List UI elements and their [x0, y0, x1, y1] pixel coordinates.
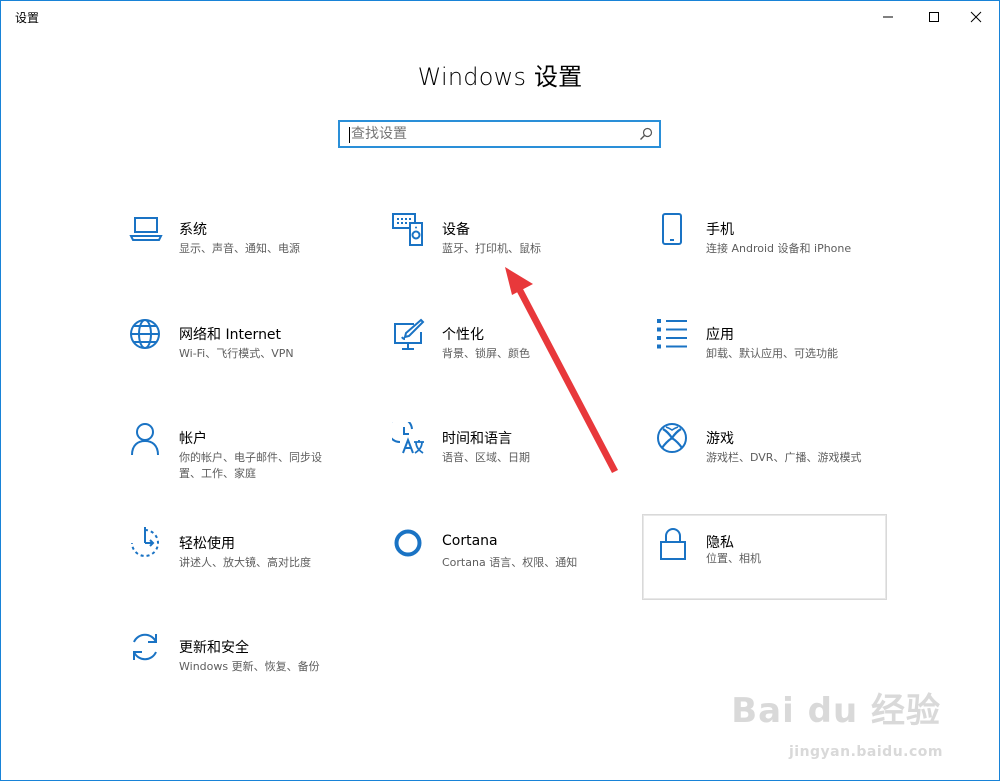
time-language-icon [392, 422, 424, 454]
tile-name: Cortana [442, 533, 498, 549]
person-icon [131, 423, 159, 456]
tile-accounts[interactable]: 帐户 你的帐户、电子邮件、同步设置、工作、家庭 [129, 422, 369, 502]
tile-name: 手机 [706, 222, 734, 238]
tile-update-security[interactable]: 更新和安全 Windows 更新、恢复、备份 [129, 631, 369, 711]
search-box[interactable] [338, 120, 661, 148]
tile-name: 时间和语言 [442, 431, 512, 447]
window-title: 设置 [15, 11, 40, 25]
tile-name: 隐私 [706, 535, 734, 551]
tile-name: 轻松使用 [179, 536, 235, 552]
tile-network[interactable]: 网络和 Internet Wi-Fi、飞行模式、VPN [129, 318, 369, 398]
tile-description: 位置、相机 [706, 552, 761, 565]
update-icon [133, 633, 157, 661]
tile-name: 设备 [442, 222, 470, 238]
tile-apps[interactable]: 应用 卸载、默认应用、可选功能 [656, 318, 896, 398]
tile-personalization[interactable]: 个性化 背景、锁屏、颜色 [392, 318, 632, 398]
xbox-icon [657, 423, 687, 453]
maximize-button[interactable] [911, 1, 957, 33]
tile-description: Wi-Fi、飞行模式、VPN [179, 347, 294, 360]
lock-icon [660, 528, 686, 560]
tile-cortana[interactable]: Cortana Cortana 语言、权限、通知 [392, 527, 632, 607]
search-icon[interactable] [639, 127, 653, 141]
page-title: Windows 设置 [417, 63, 583, 91]
tile-privacy[interactable]: 隐私 位置、相机 [642, 514, 887, 600]
maximize-icon [929, 12, 939, 22]
tile-name: 应用 [706, 327, 734, 343]
tile-system[interactable]: 系统 显示、声音、通知、电源 [129, 213, 369, 293]
text-caret [349, 127, 350, 143]
tile-name: 系统 [179, 222, 207, 238]
laptop-icon [129, 217, 163, 241]
close-button[interactable] [953, 1, 999, 33]
tile-description: 背景、锁屏、颜色 [442, 347, 530, 360]
close-icon [970, 11, 982, 23]
tile-description: 卸载、默认应用、可选功能 [706, 347, 838, 360]
devices-icon [392, 213, 423, 246]
search-input[interactable] [351, 122, 631, 146]
tile-description: 连接 Android 设备和 iPhone [706, 242, 852, 255]
watermark-brand: Bai du 经验 [731, 691, 941, 731]
tile-description: Cortana 语言、权限、通知 [442, 556, 578, 569]
tile-description: 游戏栏、DVR、广播、游戏模式 [706, 451, 862, 464]
settings-window: 设置 Windows 设置 系统 显示、声音、通知、电源 [0, 0, 1000, 781]
tile-description: 显示、声音、通知、电源 [179, 242, 300, 255]
tile-gaming[interactable]: 游戏 游戏栏、DVR、广播、游戏模式 [656, 422, 896, 502]
globe-icon [130, 319, 160, 349]
cortana-icon [394, 529, 422, 557]
tile-name: 游戏 [706, 431, 734, 447]
tile-ease-of-access[interactable]: 轻松使用 讲述人、放大镜、高对比度 [129, 527, 369, 607]
title-bar[interactable]: 设置 [1, 1, 999, 33]
tile-description: 语音、区域、日期 [442, 451, 530, 464]
tile-name: 帐户 [179, 431, 207, 447]
watermark-url: jingyan.baidu.com [788, 744, 943, 760]
tile-name: 更新和安全 [179, 640, 249, 656]
tile-description: 你的帐户、电子邮件、同步设置、工作、家庭 [179, 451, 322, 480]
tile-name: 个性化 [442, 327, 484, 343]
ease-of-access-icon [131, 527, 159, 557]
tile-description: Windows 更新、恢复、备份 [179, 660, 320, 673]
minimize-icon [883, 16, 893, 18]
apps-list-icon [657, 319, 687, 349]
personalization-icon [394, 318, 425, 350]
tile-description: 蓝牙、打印机、鼠标 [442, 242, 541, 255]
tile-description: 讲述人、放大镜、高对比度 [179, 556, 311, 569]
phone-icon [662, 213, 682, 245]
tile-name: 网络和 Internet [179, 327, 282, 343]
tile-time-language[interactable]: 时间和语言 语音、区域、日期 [392, 422, 632, 502]
minimize-button[interactable] [865, 1, 911, 33]
tile-phone[interactable]: 手机 连接 Android 设备和 iPhone [656, 213, 896, 293]
tile-devices[interactable]: 设备 蓝牙、打印机、鼠标 [392, 213, 632, 293]
